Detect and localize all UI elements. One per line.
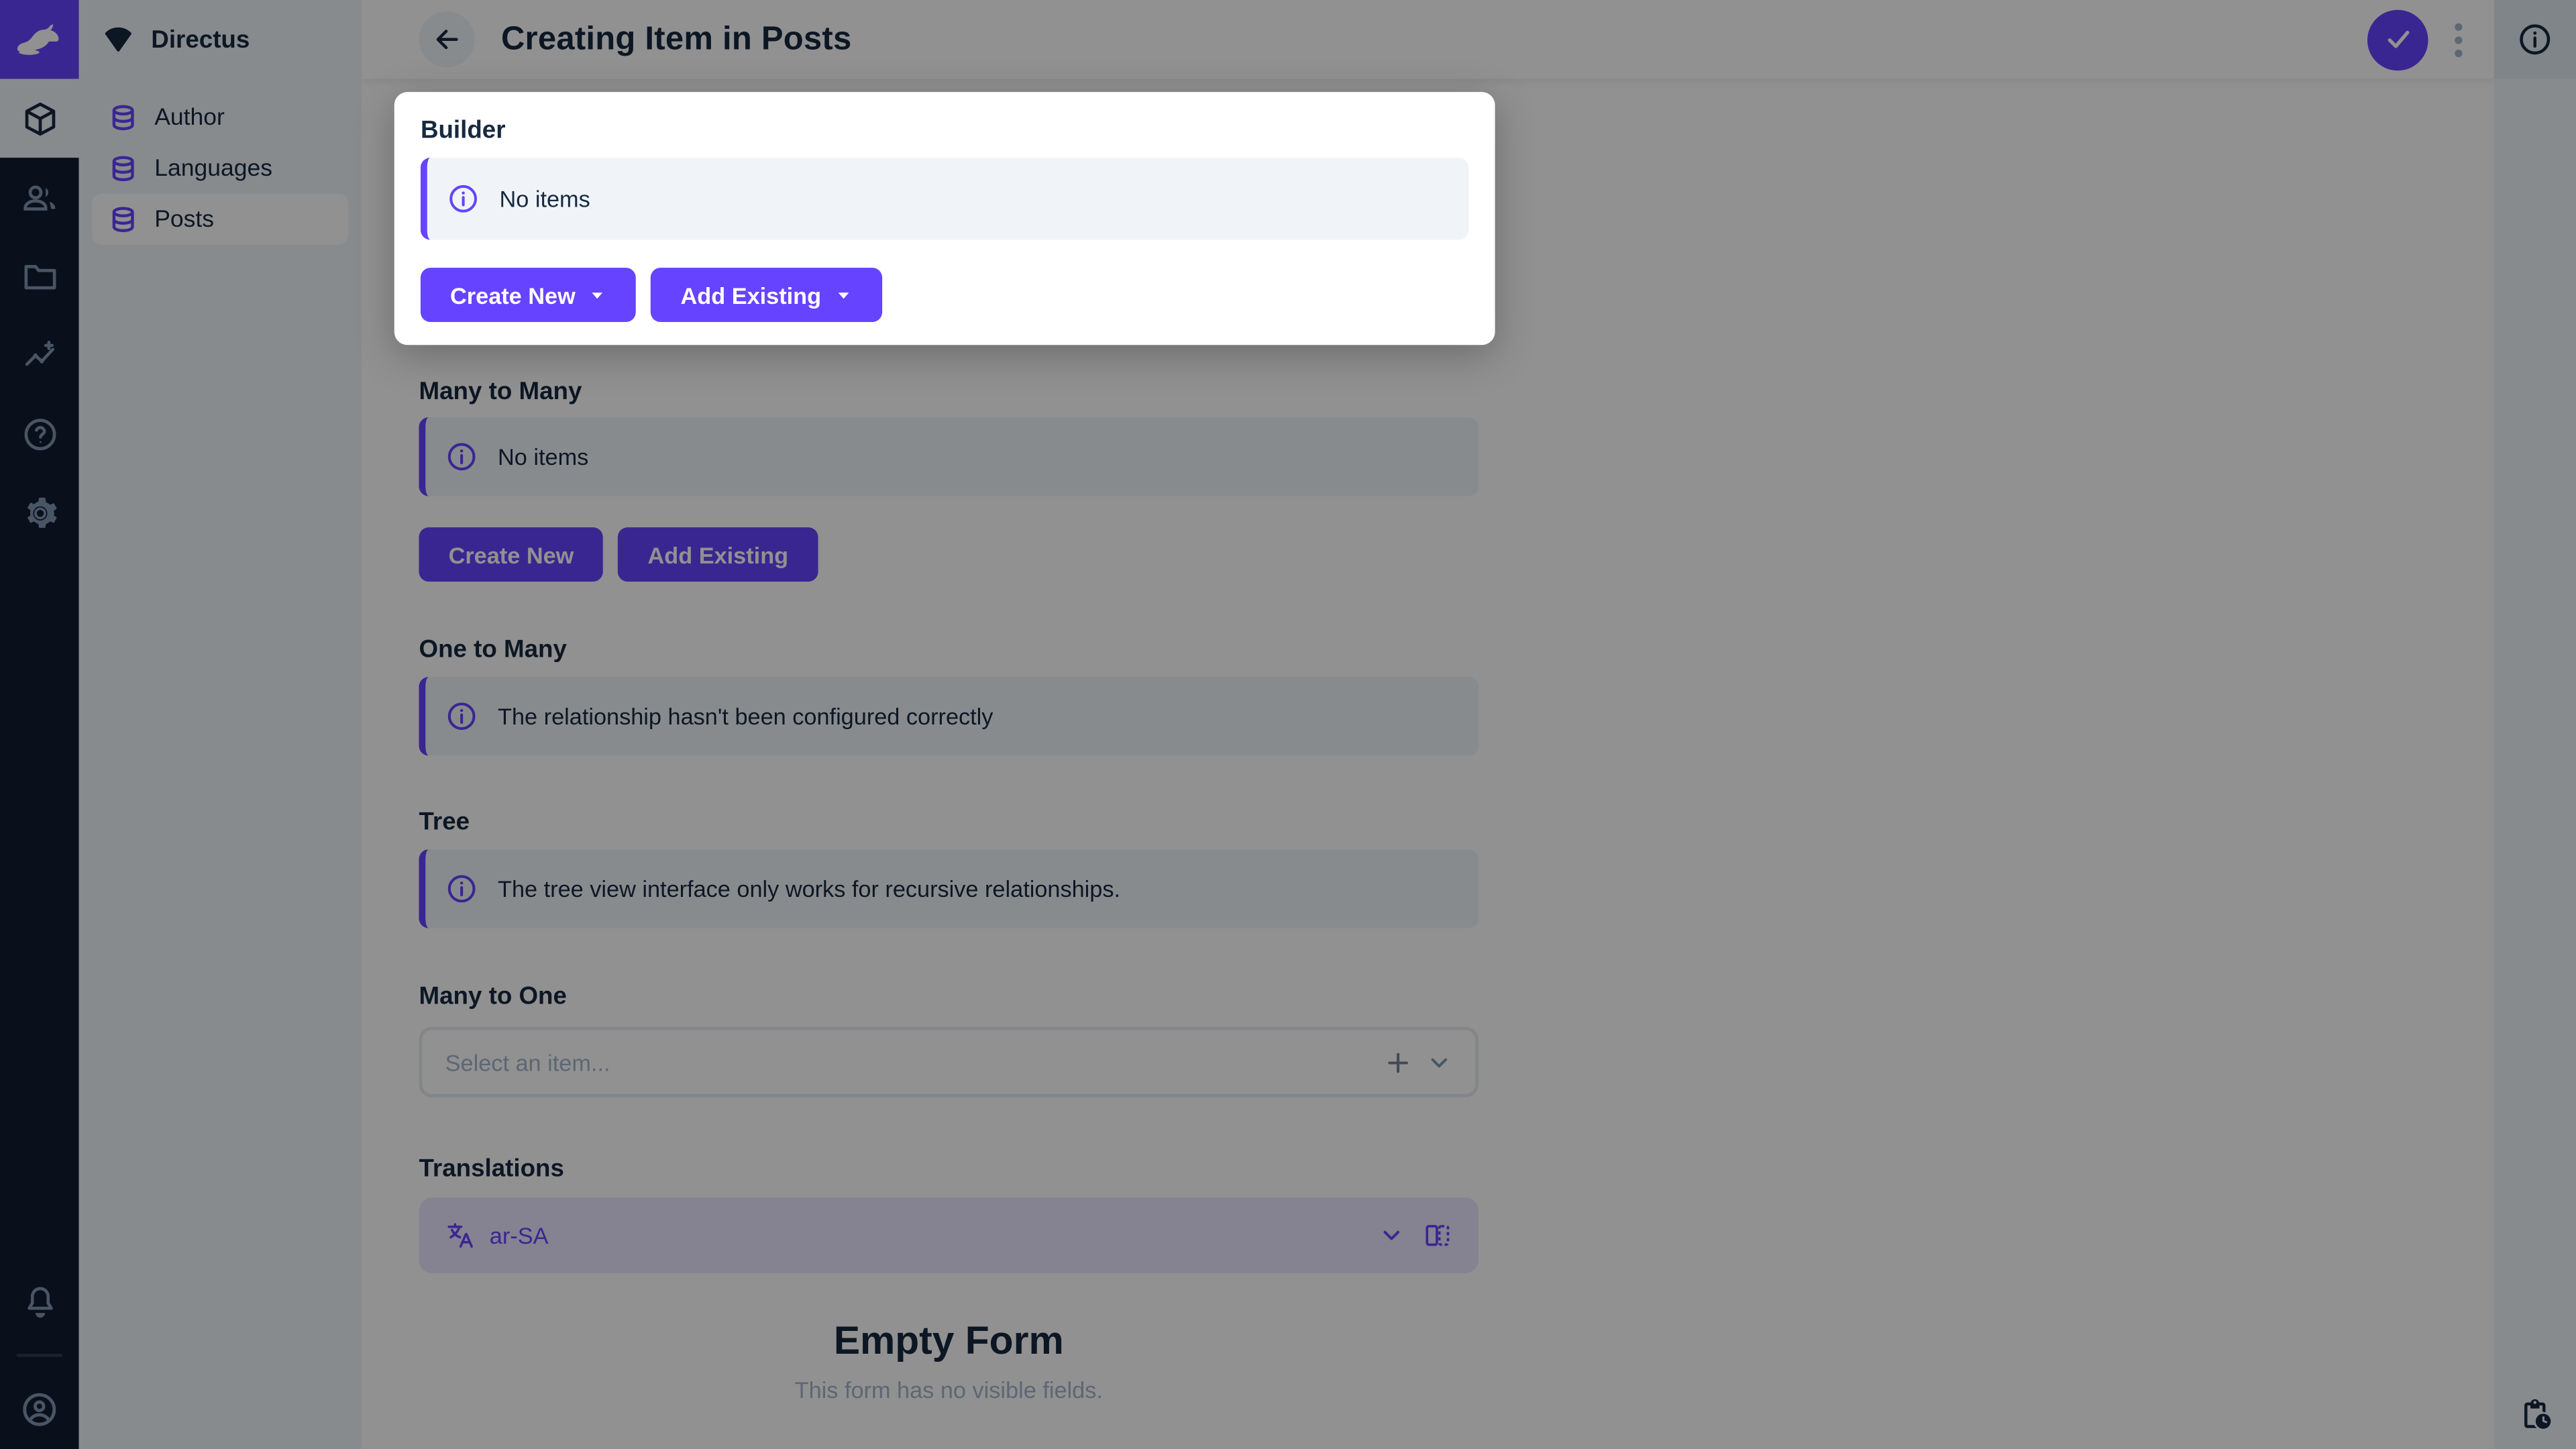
notice-builder: No items xyxy=(421,158,1468,239)
field-label-builder: Builder xyxy=(421,117,506,145)
info-circle-icon xyxy=(447,182,480,215)
builder-field-card: Builder No items Create New Add Existing xyxy=(394,92,1495,345)
caret-down-icon xyxy=(588,286,606,304)
app-window: Directus Author xyxy=(0,0,2576,1449)
caret-down-icon xyxy=(835,286,853,304)
builder-actions: Create New Add Existing xyxy=(421,268,882,322)
add-existing-dropdown-button[interactable]: Add Existing xyxy=(651,268,881,322)
button-label: Add Existing xyxy=(681,282,822,308)
create-new-dropdown-button[interactable]: Create New xyxy=(421,268,636,322)
button-label: Create New xyxy=(450,282,576,308)
notice-text: No items xyxy=(499,186,590,212)
